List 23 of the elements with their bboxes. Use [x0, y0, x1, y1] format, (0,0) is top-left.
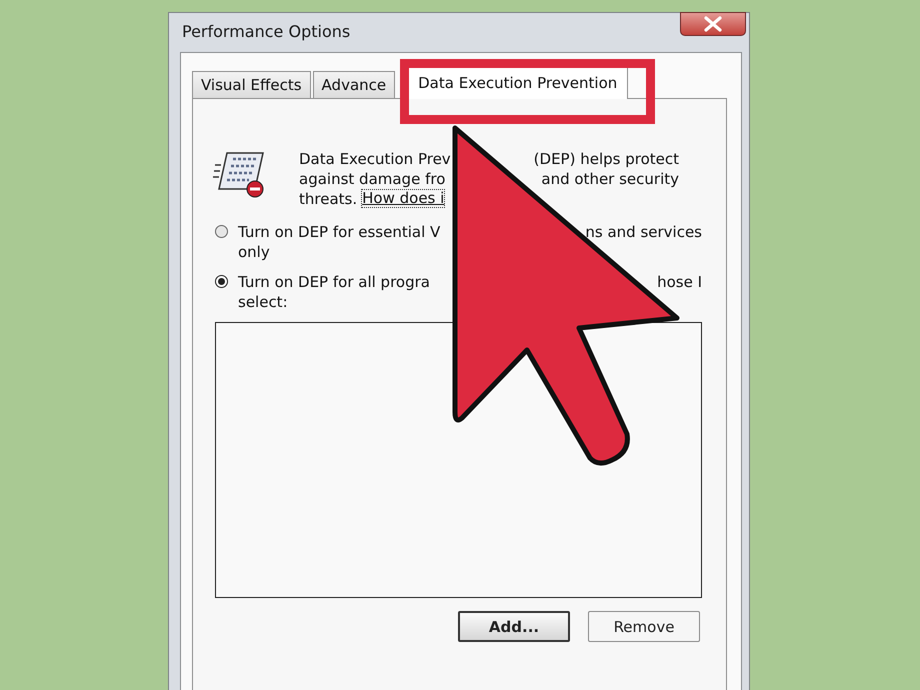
- text-fragment: Turn on DEP for all progra: [238, 272, 430, 292]
- text-fragment: against damage fro: [299, 169, 446, 189]
- close-icon: [703, 16, 723, 32]
- button[interactable]: Add...: [458, 611, 570, 642]
- text-fragment: Turn on DEP for essential V: [238, 222, 440, 242]
- text-fragment: select:: [238, 292, 288, 312]
- tab[interactable]: Advance: [312, 71, 396, 98]
- tab[interactable]: Data Execution Prevention: [407, 65, 628, 99]
- close-button[interactable]: [680, 12, 746, 36]
- text-fragment: hose I: [657, 272, 702, 292]
- text-fragment: and other security: [541, 169, 679, 189]
- button[interactable]: Remove: [588, 611, 700, 642]
- window-title: Performance Options: [182, 22, 350, 41]
- radio-button[interactable]: [215, 275, 228, 288]
- text-fragment: ns and services: [585, 222, 702, 242]
- radio-button[interactable]: [215, 225, 228, 238]
- program-list[interactable]: [215, 322, 702, 598]
- tab[interactable]: Visual Effects: [192, 71, 311, 98]
- help-link[interactable]: How does i: [361, 189, 446, 208]
- text-fragment: threats.: [299, 189, 358, 209]
- text-fragment: Data Execution Prev: [299, 149, 451, 169]
- text-fragment: only: [238, 242, 270, 262]
- text-fragment: (DEP) helps protect: [534, 149, 679, 169]
